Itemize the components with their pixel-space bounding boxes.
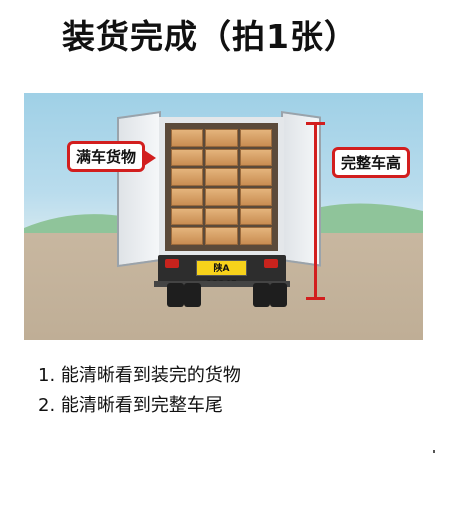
tail-light-right [264, 259, 278, 268]
cargo-crate [205, 129, 238, 147]
cargo-crate [239, 207, 272, 226]
cargo-grid [171, 129, 272, 245]
wheel-left [167, 283, 184, 307]
cargo-crate [205, 187, 238, 206]
cargo-crate [239, 227, 272, 245]
cargo-pointer-arrow [144, 150, 156, 166]
decorative-dot [433, 450, 435, 453]
cargo-crate [171, 227, 204, 245]
cargo-crate [205, 168, 238, 186]
cargo-crate [171, 207, 204, 226]
requirement-item: 2. 能清晰看到完整车尾 [38, 395, 223, 416]
cargo-box [159, 117, 284, 257]
requirement-item: 1. 能清晰看到装完的货物 [38, 365, 241, 386]
cargo-label: 满车货物 [67, 141, 146, 172]
cargo-crate [239, 148, 272, 167]
cargo-crate [239, 168, 272, 186]
cargo-crate [205, 148, 238, 167]
height-measure-line [314, 123, 317, 299]
cargo-crate [171, 187, 204, 206]
cargo-crate [239, 129, 272, 147]
height-measure-bottom-cap [306, 297, 325, 300]
wheel-left-inner [184, 283, 201, 307]
requirements-list: 1. 能清晰看到装完的货物 2. 能清晰看到完整车尾 [38, 361, 241, 421]
cargo-crate [171, 148, 204, 167]
license-plate: 陕A 12345 [196, 260, 247, 290]
cargo-crate [205, 207, 238, 226]
truck-illustration: 陕A 12345 满车货物 完整车高 [24, 93, 423, 340]
cargo-crate [205, 227, 238, 245]
cargo-crate [239, 187, 272, 206]
height-label: 完整车高 [332, 147, 411, 178]
truck-left-door [117, 111, 161, 268]
wheel-right [270, 283, 287, 307]
tail-light-left [165, 259, 179, 268]
page-title: 装货完成（拍1张） [62, 17, 358, 56]
height-measure-top-cap [306, 122, 325, 125]
wheel-right-inner [253, 283, 270, 307]
cargo-crate [171, 129, 204, 147]
cargo-crate [171, 168, 204, 186]
